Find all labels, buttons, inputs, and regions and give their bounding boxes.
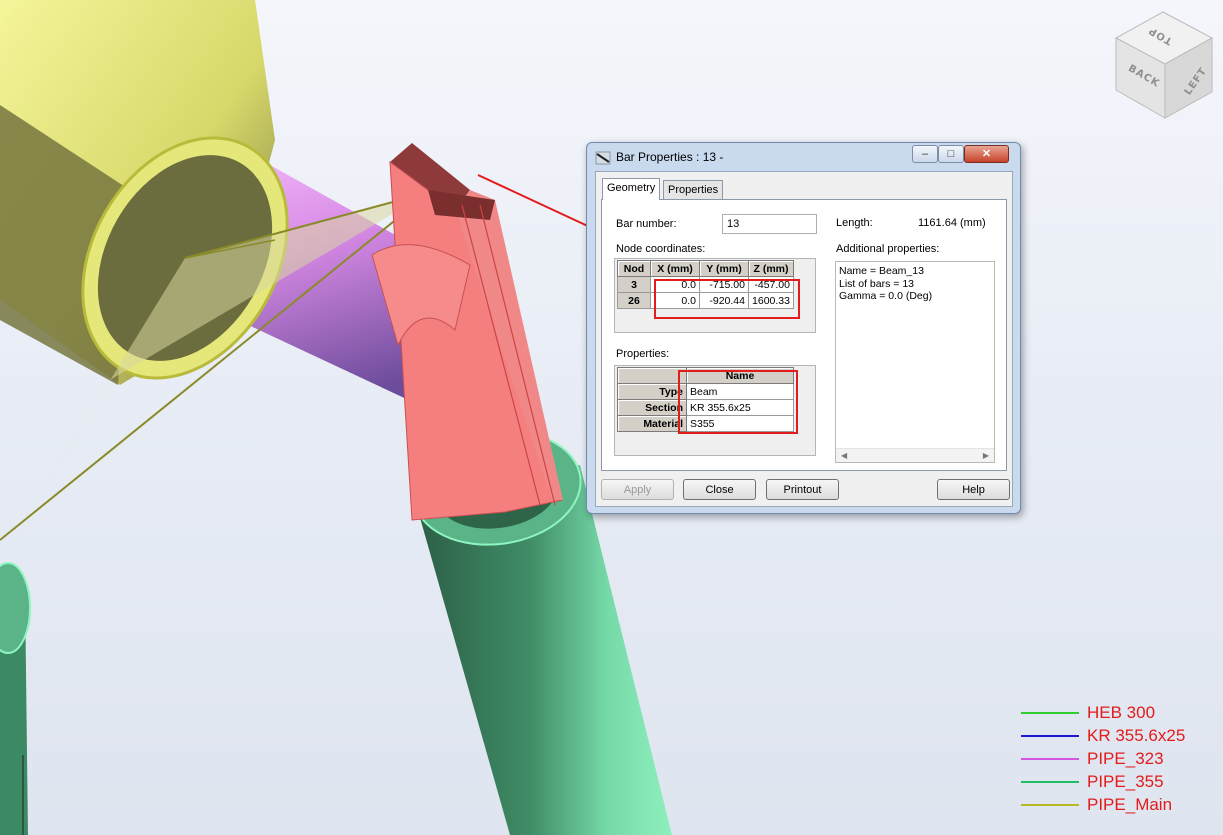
col-y[interactable]: Y (mm) [699, 260, 749, 277]
dialog-client-area: Geometry Properties Bar number: Length: … [595, 171, 1013, 507]
apply-button[interactable]: Apply [601, 479, 674, 500]
legend-swatch [1021, 712, 1079, 714]
close-button[interactable]: Close [683, 479, 756, 500]
dialog-title: Bar Properties : 13 - [616, 150, 724, 164]
node-id: 3 [617, 276, 651, 293]
dialog-titlebar[interactable]: Bar Properties : 13 - – □ ✕ [587, 143, 1020, 171]
legend-label: PIPE_323 [1087, 749, 1164, 768]
legend-swatch [1021, 735, 1079, 737]
legend-swatch [1021, 758, 1079, 760]
maximize-button[interactable]: □ [938, 145, 964, 163]
close-window-button[interactable]: ✕ [964, 145, 1009, 163]
legend-swatch [1021, 804, 1079, 806]
geometry-tab-panel: Bar number: Length: 1161.64 (mm) Node co… [601, 199, 1007, 471]
additional-properties-label: Additional properties: [836, 243, 940, 255]
properties-label: Properties: [616, 348, 670, 360]
legend-label: KR 355.6x25 [1087, 726, 1186, 745]
property-key: Material [617, 415, 687, 432]
scroll-right-icon[interactable]: ▶ [983, 449, 989, 462]
legend-label: PIPE_355 [1087, 772, 1164, 791]
pipe-355-member-left [0, 562, 31, 835]
viewcube[interactable]: TOP BACK LEFT [1108, 10, 1220, 122]
additional-properties-box[interactable]: Name = Beam_13 List of bars = 13 Gamma =… [835, 261, 995, 463]
additional-property-line: Name = Beam_13 [839, 265, 924, 277]
legend-label: HEB 300 [1087, 703, 1156, 722]
property-key: Type [617, 383, 687, 400]
bar-properties-dialog[interactable]: Bar Properties : 13 - – □ ✕ Geometry Pro… [586, 142, 1021, 514]
length-value: 1161.64 (mm) [918, 217, 986, 229]
minimize-button[interactable]: – [912, 145, 938, 163]
help-button[interactable]: Help [937, 479, 1010, 500]
node-coordinates-label: Node coordinates: [616, 243, 706, 255]
additional-property-line: List of bars = 13 [839, 277, 915, 290]
horizontal-scrollbar[interactable]: ◀ ▶ [836, 448, 994, 462]
length-label: Length: [836, 217, 873, 229]
properties-highlight-box [678, 370, 798, 434]
legend-label: PIPE_Main [1087, 795, 1173, 814]
printout-button[interactable]: Printout [766, 479, 839, 500]
col-z[interactable]: Z (mm) [748, 260, 794, 277]
legend-swatch [1021, 781, 1079, 783]
bar-icon [595, 151, 611, 165]
scroll-left-icon[interactable]: ◀ [841, 449, 847, 462]
bar-number-input[interactable] [722, 214, 817, 234]
tab-geometry[interactable]: Geometry [602, 178, 661, 200]
col-nod[interactable]: Nod [617, 260, 651, 277]
col-x[interactable]: X (mm) [650, 260, 700, 277]
tab-properties[interactable]: Properties [663, 180, 724, 199]
coordinates-highlight-box [654, 279, 800, 319]
property-key: Section [617, 399, 687, 416]
additional-property-line: Gamma = 0.0 (Deg) [839, 290, 933, 302]
gusset-plate [371, 143, 563, 521]
node-id: 26 [617, 292, 651, 309]
bar-number-label: Bar number: [616, 218, 677, 230]
